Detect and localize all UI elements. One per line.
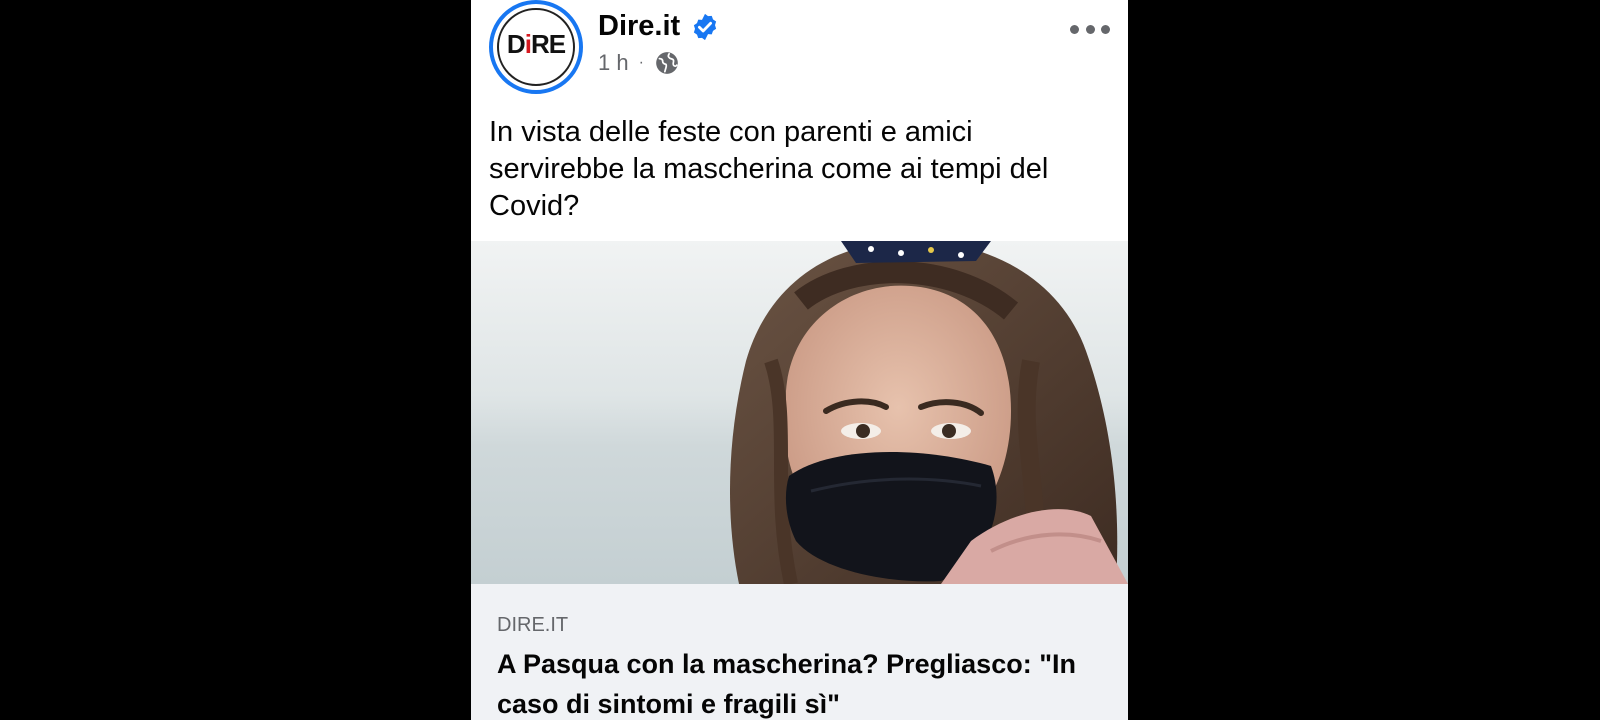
- post-timestamp[interactable]: 1 h: [598, 50, 629, 76]
- page-name-row: Dire.it: [598, 10, 720, 43]
- dire-logo: DiRE: [497, 8, 575, 86]
- link-preview[interactable]: DIRE.IT A Pasqua con la mascherina? Preg…: [471, 584, 1128, 720]
- link-domain: DIRE.IT: [497, 614, 569, 636]
- post-photo[interactable]: [471, 241, 1128, 584]
- woman-with-mask-photo: [471, 241, 1128, 584]
- verified-badge-icon: [694, 13, 717, 40]
- post-caption: In vista delle feste con parenti e amici…: [489, 116, 1049, 222]
- page-name[interactable]: Dire.it: [598, 10, 680, 43]
- post-meta: 1 h ·: [598, 50, 680, 76]
- meta-separator: ·: [638, 54, 644, 71]
- globe-icon: [656, 52, 678, 74]
- more-options-icon[interactable]: [1070, 18, 1110, 40]
- link-headline[interactable]: A Pasqua con la mascherina? Pregliasco: …: [497, 644, 1107, 720]
- facebook-post: DiRE Dire.it 1 h · In vista delle feste …: [471, 0, 1128, 720]
- page-avatar[interactable]: DiRE: [489, 0, 583, 94]
